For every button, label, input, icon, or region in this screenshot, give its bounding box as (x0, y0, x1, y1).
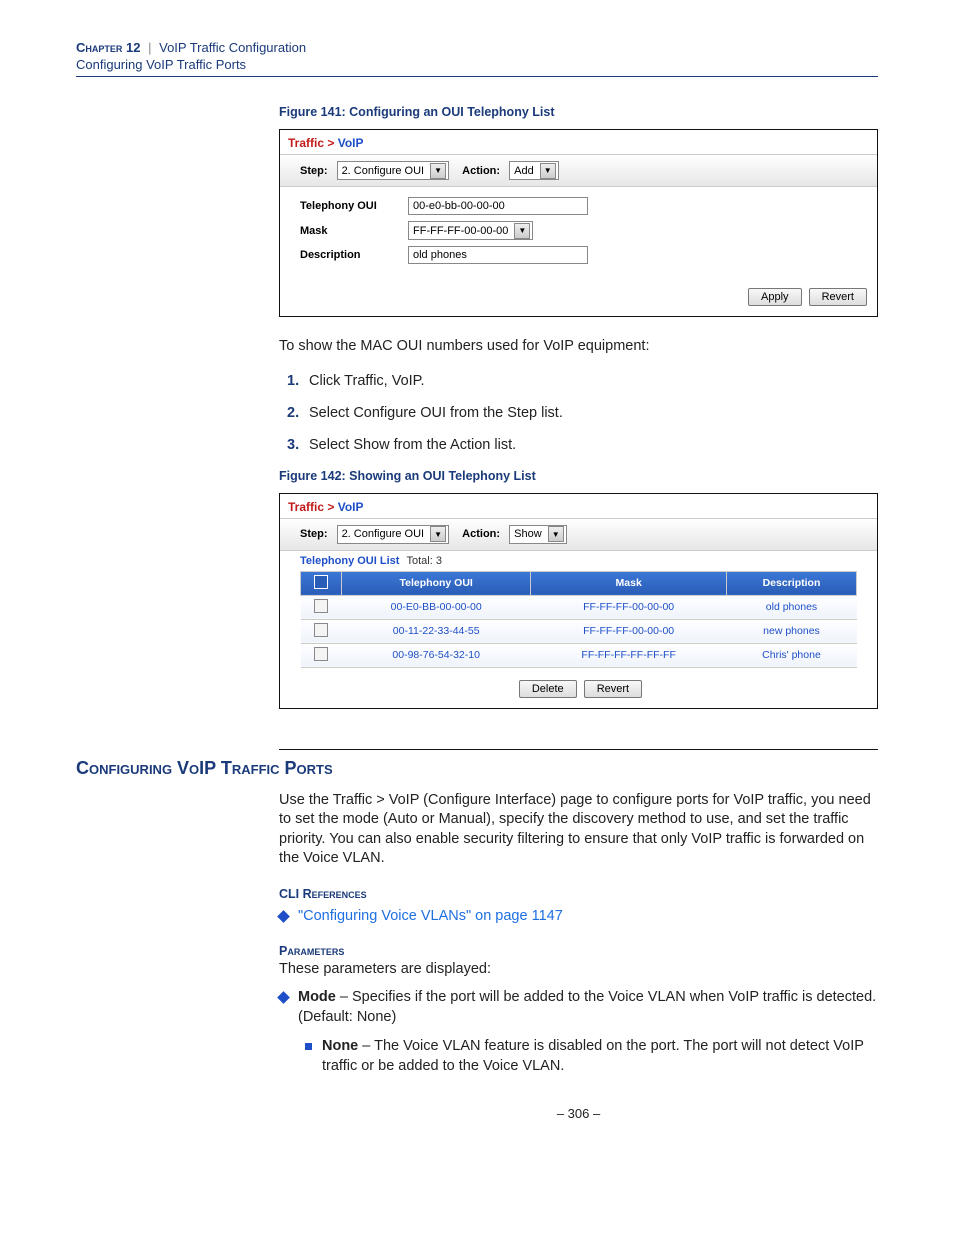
th-desc: Description (726, 571, 856, 595)
list-title: Telephony OUI List (300, 555, 399, 567)
bullet-square-icon (305, 1043, 312, 1050)
parameters-heading: Parameters (279, 944, 878, 958)
table-row: 00-98-76-54-32-10 FF-FF-FF-FF-FF-FF Chri… (301, 643, 857, 667)
header-sep: | (148, 40, 151, 55)
row-checkbox[interactable] (314, 647, 328, 661)
breadcrumb: Traffic > VoIP (280, 494, 877, 519)
action-select[interactable]: Add ▼ (509, 161, 559, 180)
chapter-title: VoIP Traffic Configuration (159, 40, 306, 55)
figure-142-screenshot: Traffic > VoIP Step: 2. Configure OUI ▼ … (279, 493, 878, 709)
section-heading: Configuring VoIP Traffic Ports (76, 758, 878, 779)
th-mask: Mask (531, 571, 727, 595)
telephony-oui-label: Telephony OUI (300, 200, 408, 212)
cell-mask: FF-FF-FF-00-00-00 (531, 595, 727, 619)
description-input[interactable]: old phones (408, 246, 588, 264)
mask-select[interactable]: FF-FF-FF-00-00-00 ▼ (408, 221, 533, 240)
mask-label: Mask (300, 225, 408, 237)
chevron-down-icon: ▼ (548, 526, 564, 542)
cell-mask: FF-FF-FF-00-00-00 (531, 619, 727, 643)
step-select-value: 2. Configure OUI (342, 528, 425, 540)
cli-references-heading: CLI References (279, 887, 878, 901)
table-row: 00-E0-BB-00-00-00 FF-FF-FF-00-00-00 old … (301, 595, 857, 619)
param-mode-name: Mode (298, 989, 336, 1005)
chevron-down-icon: ▼ (430, 163, 446, 179)
param-mode: Mode – Specifies if the port will be add… (279, 988, 878, 1027)
breadcrumb-traffic: Traffic (288, 136, 324, 150)
step-2: Select Configure OUI from the Step list. (287, 405, 878, 421)
figure-142-caption: Figure 142: Showing an OUI Telephony Lis… (279, 469, 878, 483)
step-select-value: 2. Configure OUI (342, 165, 425, 177)
intro-text: To show the MAC OUI numbers used for VoI… (279, 337, 878, 357)
action-label: Action: (462, 528, 500, 540)
running-header: Chapter 12 | VoIP Traffic Configuration … (76, 40, 878, 77)
chevron-down-icon: ▼ (430, 526, 446, 542)
step-3: Select Show from the Action list. (287, 437, 878, 453)
cli-reference-link[interactable]: "Configuring Voice VLANs" on page 1147 (298, 907, 563, 927)
chevron-down-icon: ▼ (540, 163, 556, 179)
steps-list: Click Traffic, VoIP. Select Configure OU… (279, 373, 878, 453)
th-oui: Telephony OUI (342, 571, 531, 595)
param-none-name: None (322, 1038, 358, 1054)
param-mode-desc: – Specifies if the port will be added to… (298, 989, 876, 1025)
step-label: Step: (300, 528, 328, 540)
action-label: Action: (462, 165, 500, 177)
th-checkbox (301, 571, 342, 595)
cell-desc: old phones (726, 595, 856, 619)
breadcrumb-traffic: Traffic (288, 500, 324, 514)
cell-mask: FF-FF-FF-FF-FF-FF (531, 643, 727, 667)
bullet-diamond-icon (277, 910, 290, 923)
table-row: 00-11-22-33-44-55 FF-FF-FF-00-00-00 new … (301, 619, 857, 643)
parameters-intro: These parameters are displayed: (279, 960, 878, 980)
step-action-row: Step: 2. Configure OUI ▼ Action: Show ▼ (280, 519, 877, 551)
param-none-desc: – The Voice VLAN feature is disabled on … (322, 1038, 864, 1074)
step-action-row: Step: 2. Configure OUI ▼ Action: Add ▼ (280, 155, 877, 187)
checkbox-header-icon[interactable] (314, 575, 328, 589)
step-label: Step: (300, 165, 328, 177)
cell-oui: 00-11-22-33-44-55 (342, 619, 531, 643)
breadcrumb-sep: > (327, 500, 334, 514)
param-mode-none: None – The Voice VLAN feature is disable… (305, 1037, 878, 1076)
delete-button[interactable]: Delete (519, 680, 577, 698)
cell-desc: new phones (726, 619, 856, 643)
chapter-label: Chapter 12 (76, 40, 140, 55)
chevron-down-icon: ▼ (514, 223, 530, 239)
list-total: Total: 3 (406, 555, 441, 567)
telephony-oui-input[interactable]: 00-e0-bb-00-00-00 (408, 197, 588, 215)
section-intro: Use the Traffic > VoIP (Configure Interf… (279, 791, 878, 869)
step-select[interactable]: 2. Configure OUI ▼ (337, 161, 450, 180)
row-checkbox[interactable] (314, 623, 328, 637)
description-label: Description (300, 249, 408, 261)
revert-button[interactable]: Revert (809, 288, 867, 306)
action-select-value: Add (514, 165, 534, 177)
revert-button[interactable]: Revert (584, 680, 642, 698)
step-select[interactable]: 2. Configure OUI ▼ (337, 525, 450, 544)
breadcrumb: Traffic > VoIP (280, 130, 877, 155)
action-select[interactable]: Show ▼ (509, 525, 567, 544)
figure-141-caption: Figure 141: Configuring an OUI Telephony… (279, 105, 878, 119)
mask-select-value: FF-FF-FF-00-00-00 (413, 225, 508, 237)
breadcrumb-voip: VoIP (338, 500, 364, 514)
cell-desc: Chris' phone (726, 643, 856, 667)
cell-oui: 00-98-76-54-32-10 (342, 643, 531, 667)
oui-table: Telephony OUI Mask Description 00-E0-BB-… (300, 571, 857, 668)
figure-141-screenshot: Traffic > VoIP Step: 2. Configure OUI ▼ … (279, 129, 878, 317)
bullet-diamond-icon (277, 991, 290, 1004)
apply-button[interactable]: Apply (748, 288, 802, 306)
page-number: – 306 – (279, 1106, 878, 1121)
step-1: Click Traffic, VoIP. (287, 373, 878, 389)
action-select-value: Show (514, 528, 542, 540)
breadcrumb-sep: > (327, 136, 334, 150)
section-divider (279, 749, 878, 750)
cell-oui: 00-E0-BB-00-00-00 (342, 595, 531, 619)
row-checkbox[interactable] (314, 599, 328, 613)
header-subtitle: Configuring VoIP Traffic Ports (76, 57, 878, 72)
breadcrumb-voip: VoIP (338, 136, 364, 150)
